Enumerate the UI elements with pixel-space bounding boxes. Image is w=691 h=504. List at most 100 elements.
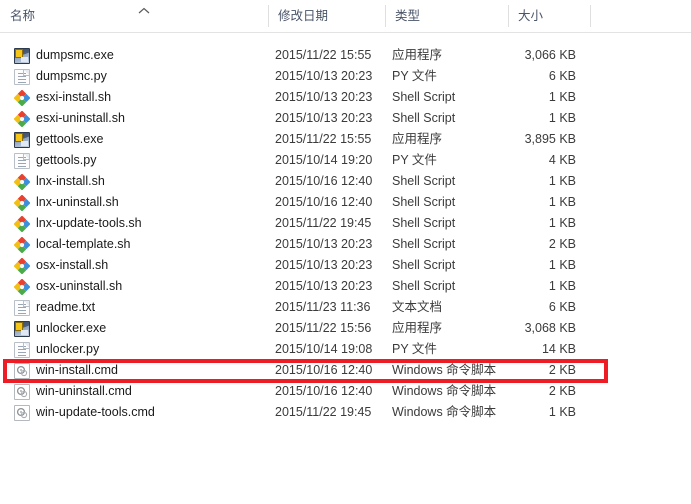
file-size-label: 2 KB bbox=[548, 384, 576, 398]
file-date-cell: 2015/10/14 19:20 bbox=[275, 150, 385, 171]
file-row[interactable]: esxi-uninstall.sh 2015/10/13 20:23 Shell S… bbox=[0, 108, 691, 129]
file-name-cell[interactable]: osx-install.sh bbox=[14, 255, 264, 276]
file-date-cell: 2015/10/16 12:40 bbox=[275, 381, 385, 402]
file-size-cell: 6 KB bbox=[500, 66, 582, 87]
file-name-cell[interactable]: gettools.py bbox=[14, 150, 264, 171]
file-name-label: local-template.sh bbox=[36, 237, 131, 251]
file-type-label: Shell Script bbox=[392, 258, 456, 272]
file-row[interactable]: readme.txt 2015/11/23 11:36 文本文档 6 KB bbox=[0, 297, 691, 318]
file-row[interactable]: gettools.exe 2015/11/22 15:55 应用程序 3,895 KB bbox=[0, 129, 691, 150]
file-type-cell: 文本文档 bbox=[392, 297, 508, 318]
file-size-label: 1 KB bbox=[548, 174, 576, 188]
file-size-cell: 2 KB bbox=[500, 360, 582, 381]
file-row[interactable]: osx-uninstall.sh 2015/10/13 20:23 Shell Sc… bbox=[0, 276, 691, 297]
file-name-label: gettools.py bbox=[36, 153, 97, 167]
file-size-label: 6 KB bbox=[548, 69, 576, 83]
file-size-cell: 1 KB bbox=[500, 213, 582, 234]
file-date-cell: 2015/11/22 15:55 bbox=[275, 129, 385, 150]
file-size-label: 1 KB bbox=[548, 279, 576, 293]
file-row[interactable]: win-update-tools.cmd 2015/11/22 19:45 Wind… bbox=[0, 402, 691, 423]
file-size-label: 1 KB bbox=[548, 195, 576, 209]
file-row[interactable]: local-template.sh 2015/10/13 20:23 Shell S… bbox=[0, 234, 691, 255]
file-size-label: 3,068 KB bbox=[524, 321, 576, 335]
column-header-spacer[interactable] bbox=[590, 0, 691, 32]
file-row[interactable]: win-install.cmd 2015/10/16 12:40 Windows 命… bbox=[0, 360, 691, 381]
shell-script-icon bbox=[14, 174, 30, 190]
file-name-label: esxi-uninstall.sh bbox=[36, 111, 125, 125]
file-size-cell: 3,066 KB bbox=[500, 45, 582, 66]
file-date-label: 2015/10/16 12:40 bbox=[275, 195, 373, 209]
file-size-label: 4 KB bbox=[548, 153, 576, 167]
file-name-cell[interactable]: gettools.exe bbox=[14, 129, 264, 150]
file-name-label: readme.txt bbox=[36, 300, 96, 314]
file-name-cell[interactable]: esxi-uninstall.sh bbox=[14, 108, 264, 129]
file-name-cell[interactable]: lnx-uninstall.sh bbox=[14, 192, 264, 213]
file-row[interactable]: gettools.py 2015/10/14 19:20 PY 文件 4 KB bbox=[0, 150, 691, 171]
file-name-cell[interactable]: unlocker.py bbox=[14, 339, 264, 360]
file-date-label: 2015/10/13 20:23 bbox=[275, 237, 373, 251]
file-name-cell[interactable]: local-template.sh bbox=[14, 234, 264, 255]
file-row[interactable]: osx-install.sh 2015/10/13 20:23 Shell Scri… bbox=[0, 255, 691, 276]
file-row[interactable]: lnx-install.sh 2015/10/16 12:40 Shell Scri… bbox=[0, 171, 691, 192]
file-row[interactable]: dumpsmc.py 2015/10/13 20:23 PY 文件 6 KB bbox=[0, 66, 691, 87]
file-name-cell[interactable]: win-update-tools.cmd bbox=[14, 402, 264, 423]
file-size-label: 14 KB bbox=[541, 342, 576, 356]
file-row[interactable]: lnx-update-tools.sh 2015/11/22 19:45 Shell… bbox=[0, 213, 691, 234]
file-type-cell: Shell Script bbox=[392, 87, 508, 108]
file-name-label: osx-install.sh bbox=[36, 258, 109, 272]
file-name-cell[interactable]: win-install.cmd bbox=[14, 360, 264, 381]
file-name-cell[interactable]: lnx-update-tools.sh bbox=[14, 213, 264, 234]
file-name-cell[interactable]: unlocker.exe bbox=[14, 318, 264, 339]
file-name-cell[interactable]: esxi-install.sh bbox=[14, 87, 264, 108]
windows-command-script-icon bbox=[14, 363, 30, 379]
file-type-cell: 应用程序 bbox=[392, 45, 508, 66]
file-date-label: 2015/11/22 15:55 bbox=[275, 132, 372, 146]
file-row[interactable]: unlocker.exe 2015/11/22 15:56 应用程序 3,068 KB bbox=[0, 318, 691, 339]
file-date-cell: 2015/10/13 20:23 bbox=[275, 87, 385, 108]
file-row[interactable]: dumpsmc.exe 2015/11/22 15:55 应用程序 3,066 KB bbox=[0, 45, 691, 66]
file-name-cell[interactable]: lnx-install.sh bbox=[14, 171, 264, 192]
file-date-label: 2015/10/16 12:40 bbox=[275, 363, 373, 377]
file-size-label: 3,066 KB bbox=[524, 48, 576, 62]
column-header-date-modified[interactable]: 修改日期 bbox=[268, 0, 385, 32]
column-header-type-label: 类型 bbox=[395, 9, 421, 23]
file-type-label: Shell Script bbox=[392, 111, 456, 125]
file-name-cell[interactable]: osx-uninstall.sh bbox=[14, 276, 264, 297]
text-document-icon bbox=[14, 153, 30, 169]
file-date-label: 2015/10/13 20:23 bbox=[275, 258, 373, 272]
file-size-cell: 2 KB bbox=[500, 381, 582, 402]
file-date-label: 2015/11/22 19:45 bbox=[275, 216, 372, 230]
file-size-cell: 1 KB bbox=[500, 171, 582, 192]
file-name-label: dumpsmc.exe bbox=[36, 48, 114, 62]
file-name-label: win-install.cmd bbox=[36, 363, 118, 377]
file-name-cell[interactable]: win-uninstall.cmd bbox=[14, 381, 264, 402]
file-size-label: 2 KB bbox=[548, 363, 576, 377]
file-row[interactable]: esxi-install.sh 2015/10/13 20:23 Shell Scr… bbox=[0, 87, 691, 108]
file-size-label: 6 KB bbox=[548, 300, 576, 314]
file-size-label: 1 KB bbox=[548, 258, 576, 272]
file-name-cell[interactable]: dumpsmc.exe bbox=[14, 45, 264, 66]
windows-command-script-icon bbox=[14, 384, 30, 400]
file-type-cell: PY 文件 bbox=[392, 150, 508, 171]
file-date-cell: 2015/11/22 19:45 bbox=[275, 213, 385, 234]
file-size-cell: 1 KB bbox=[500, 108, 582, 129]
column-header-type[interactable]: 类型 bbox=[385, 0, 508, 32]
file-date-cell: 2015/10/13 20:23 bbox=[275, 66, 385, 87]
application-exe-icon bbox=[14, 321, 30, 337]
file-name-cell[interactable]: dumpsmc.py bbox=[14, 66, 264, 87]
shell-script-icon bbox=[14, 195, 30, 211]
file-name-label: unlocker.exe bbox=[36, 321, 107, 335]
column-header-name[interactable]: 名称 bbox=[0, 0, 268, 32]
file-row[interactable]: unlocker.py 2015/10/14 19:08 PY 文件 14 KB bbox=[0, 339, 691, 360]
file-type-cell: PY 文件 bbox=[392, 339, 508, 360]
file-type-label: Shell Script bbox=[392, 174, 456, 188]
column-header-size[interactable]: 大小 bbox=[508, 0, 590, 32]
file-row[interactable]: win-uninstall.cmd 2015/10/16 12:40 Windows… bbox=[0, 381, 691, 402]
file-date-cell: 2015/10/14 19:08 bbox=[275, 339, 385, 360]
file-list: dumpsmc.exe 2015/11/22 15:55 应用程序 3,066 KB d… bbox=[0, 45, 691, 423]
shell-script-icon bbox=[14, 237, 30, 253]
file-name-cell[interactable]: readme.txt bbox=[14, 297, 264, 318]
file-row[interactable]: lnx-uninstall.sh 2015/10/16 12:40 Shell Sc… bbox=[0, 192, 691, 213]
file-type-label: Windows 命令脚本 bbox=[392, 363, 497, 377]
file-date-label: 2015/10/16 12:40 bbox=[275, 384, 373, 398]
